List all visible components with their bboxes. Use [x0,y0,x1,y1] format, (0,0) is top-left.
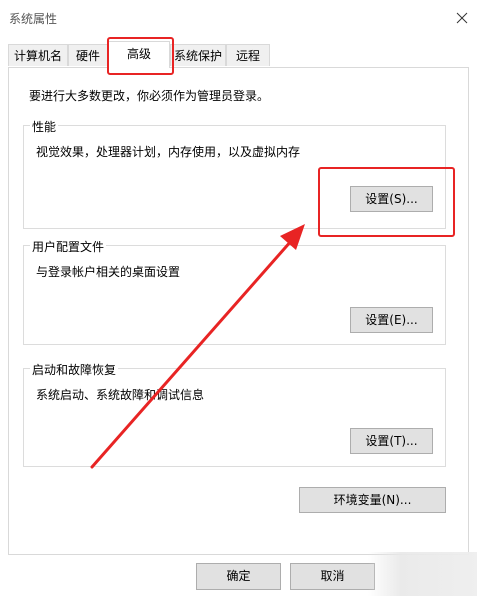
tab-advanced[interactable]: 高级 [108,41,170,68]
system-properties-window: 系统属性 计算机名 硬件 高级 系统保护 远程 要进行大多数更改，你必须作为管理… [0,0,477,596]
performance-description: 视觉效果，处理器计划，内存使用，以及虚拟内存 [36,145,301,159]
user-profiles-description: 与登录帐户相关的桌面设置 [36,265,181,279]
performance-group-title: 性能 [30,118,59,135]
user-profiles-group-title: 用户配置文件 [30,238,107,255]
tab-hardware[interactable]: 硬件 [68,44,108,66]
tab-computer-name[interactable]: 计算机名 [8,44,68,66]
startup-recovery-settings-button[interactable]: 设置(T)... [350,428,433,454]
close-icon [456,12,468,24]
ok-button[interactable]: 确定 [196,563,281,590]
startup-recovery-group-title: 启动和故障恢复 [30,361,119,378]
tab-remote[interactable]: 远程 [226,44,270,66]
close-button[interactable] [450,6,474,30]
performance-settings-button[interactable]: 设置(S)... [350,186,433,212]
user-profiles-settings-button[interactable]: 设置(E)... [350,307,433,333]
title-bar: 系统属性 [0,0,477,36]
startup-recovery-description: 系统启动、系统故障和调试信息 [36,388,205,402]
cancel-button[interactable]: 取消 [290,563,375,590]
tab-system-protection[interactable]: 系统保护 [170,44,226,66]
blurred-watermark [368,552,477,596]
environment-variables-button[interactable]: 环境变量(N)... [299,487,446,513]
window-title: 系统属性 [9,12,58,26]
performance-group: 性能 视觉效果，处理器计划，内存使用，以及虚拟内存 [23,118,446,229]
admin-note: 要进行大多数更改，你必须作为管理员登录。 [29,89,270,103]
